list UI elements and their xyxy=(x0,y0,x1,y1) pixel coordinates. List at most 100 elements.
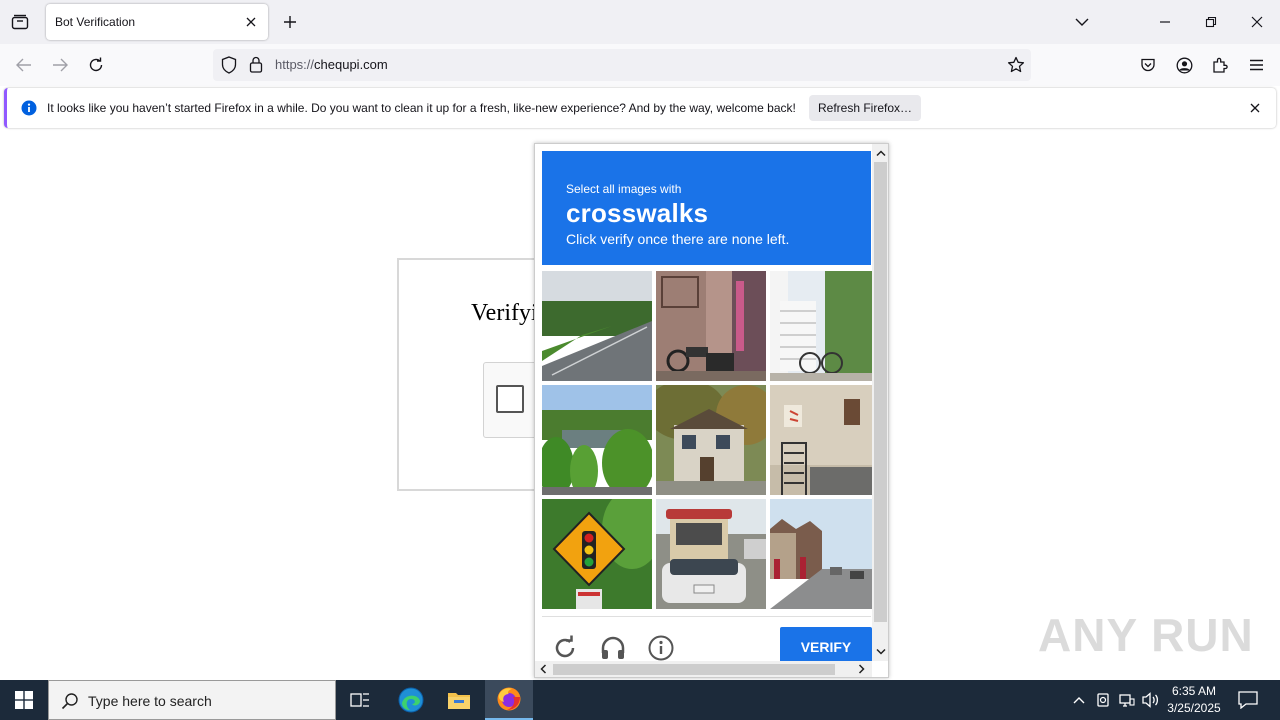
forward-button[interactable] xyxy=(48,53,72,77)
anyrun-watermark: ANY RUN xyxy=(1038,609,1254,661)
start-button[interactable] xyxy=(0,680,48,720)
scroll-up-arrow-icon[interactable] xyxy=(873,145,888,161)
image-tile-house-trees[interactable] xyxy=(656,385,766,495)
chevron-down-icon xyxy=(1075,18,1089,26)
vertical-scrollbar[interactable] xyxy=(872,144,888,661)
tab-strip: Bot Verification xyxy=(0,0,1280,44)
image-tile-trees-pond[interactable] xyxy=(542,385,652,495)
meet-now-button[interactable] xyxy=(1094,691,1112,709)
url-domain: chequpi.com xyxy=(314,57,388,72)
scroll-left-arrow-icon[interactable] xyxy=(535,661,551,677)
arrow-right-icon xyxy=(53,58,68,72)
notification-icon xyxy=(1238,691,1258,709)
horizontal-scroll-thumb[interactable] xyxy=(553,664,835,675)
tab-title: Bot Verification xyxy=(55,15,136,29)
captcha-checkbox[interactable] xyxy=(496,385,524,413)
edge-icon xyxy=(398,687,424,713)
account-icon xyxy=(1176,57,1192,73)
firefox-view-button[interactable] xyxy=(8,11,32,33)
horizontal-scrollbar[interactable] xyxy=(535,661,872,677)
navigation-toolbar: https://chequpi.com xyxy=(0,44,1280,86)
image-tile-highway-road[interactable] xyxy=(542,271,652,381)
hamburger-icon xyxy=(1249,59,1263,71)
challenge-header: Select all images with crosswalks Click … xyxy=(542,151,871,265)
windows-logo-icon xyxy=(15,691,33,709)
close-icon xyxy=(1250,103,1260,113)
image-tile-building-stairs[interactable] xyxy=(770,385,880,495)
puzzle-icon xyxy=(1213,57,1228,73)
action-center-button[interactable] xyxy=(1238,690,1258,710)
restore-button[interactable] xyxy=(1198,10,1224,34)
windows-taskbar: Type here to search 6:35 AM 3/25/2025 xyxy=(0,680,1280,720)
reload-icon xyxy=(89,57,103,72)
close-window-button[interactable] xyxy=(1244,10,1270,34)
reload-button[interactable] xyxy=(84,53,108,77)
shield-icon[interactable] xyxy=(221,56,237,79)
challenge-footer-divider xyxy=(542,616,871,617)
refresh-challenge-button[interactable] xyxy=(551,634,579,662)
clock-time: 6:35 AM xyxy=(1171,684,1217,698)
page-heading: Verifyi xyxy=(471,300,538,326)
notification-close-button[interactable] xyxy=(1246,99,1264,117)
plus-icon xyxy=(284,16,296,28)
info-icon xyxy=(648,635,674,661)
info-icon xyxy=(21,100,37,121)
refresh-firefox-button[interactable]: Refresh Firefox… xyxy=(809,95,921,121)
image-tile-motorcycle-doorway[interactable] xyxy=(656,271,766,381)
search-icon xyxy=(61,692,79,715)
image-tile-vehicles-street[interactable] xyxy=(656,499,766,609)
folder-icon xyxy=(448,693,470,709)
list-all-tabs-button[interactable] xyxy=(1069,10,1095,34)
scroll-right-arrow-icon[interactable] xyxy=(854,661,870,677)
extensions-button[interactable] xyxy=(1208,53,1232,77)
taskbar-search-box[interactable]: Type here to search xyxy=(48,680,336,720)
notification-message: It looks like you haven’t started Firefo… xyxy=(47,101,796,115)
info-challenge-button[interactable] xyxy=(647,634,675,662)
chevron-up-icon xyxy=(1073,697,1085,704)
app-menu-button[interactable] xyxy=(1244,53,1268,77)
new-tab-button[interactable] xyxy=(280,12,300,32)
pocket-icon xyxy=(1141,58,1155,72)
headphones-icon xyxy=(601,636,625,659)
taskbar-clock[interactable]: 6:35 AM 3/25/2025 xyxy=(1160,683,1228,717)
image-tile-traffic-light-sign[interactable] xyxy=(542,499,652,609)
edge-taskbar-button[interactable] xyxy=(387,680,435,720)
minimize-icon xyxy=(1160,21,1170,23)
minimize-button[interactable] xyxy=(1152,10,1178,34)
vertical-scroll-thumb[interactable] xyxy=(874,162,887,622)
audio-challenge-button[interactable] xyxy=(599,634,627,662)
file-explorer-taskbar-button[interactable] xyxy=(435,680,483,720)
task-view-icon xyxy=(350,693,369,707)
firefox-icon xyxy=(497,687,521,711)
volume-button[interactable] xyxy=(1142,691,1160,709)
network-icon xyxy=(1119,694,1135,707)
tab-bot-verification[interactable]: Bot Verification xyxy=(46,4,268,40)
bookmark-star-icon[interactable] xyxy=(1007,56,1025,79)
close-icon xyxy=(1251,16,1263,28)
notification-bar: It looks like you haven’t started Firefo… xyxy=(4,88,1276,128)
restore-icon xyxy=(1205,16,1217,28)
url-protocol: https:// xyxy=(275,57,315,72)
challenge-target: crosswalks xyxy=(566,198,709,228)
scroll-down-arrow-icon[interactable] xyxy=(873,644,888,660)
clock-date: 3/25/2025 xyxy=(1167,701,1221,715)
close-icon xyxy=(246,17,256,27)
firefox-taskbar-button[interactable] xyxy=(485,680,533,720)
url-bar[interactable]: https://chequpi.com xyxy=(213,49,1031,81)
image-tile-street-buildings[interactable] xyxy=(770,499,880,609)
search-placeholder: Type here to search xyxy=(88,693,212,709)
show-hidden-icons-button[interactable] xyxy=(1070,691,1088,709)
captcha-challenge-popup: Select all images with crosswalks Click … xyxy=(534,143,889,678)
challenge-instruction: Select all images with xyxy=(566,182,682,196)
pocket-button[interactable] xyxy=(1136,53,1160,77)
lock-icon[interactable] xyxy=(249,56,263,78)
challenge-subtext: Click verify once there are none left. xyxy=(566,231,790,247)
back-button[interactable] xyxy=(12,53,36,77)
account-button[interactable] xyxy=(1172,53,1196,77)
tab-close-button[interactable] xyxy=(242,13,260,31)
arrow-left-icon xyxy=(16,58,31,72)
url-text[interactable]: https://chequpi.com xyxy=(275,57,388,72)
task-view-button[interactable] xyxy=(336,680,384,720)
network-button[interactable] xyxy=(1118,691,1136,709)
image-tile-bicycle-railing[interactable] xyxy=(770,271,880,381)
